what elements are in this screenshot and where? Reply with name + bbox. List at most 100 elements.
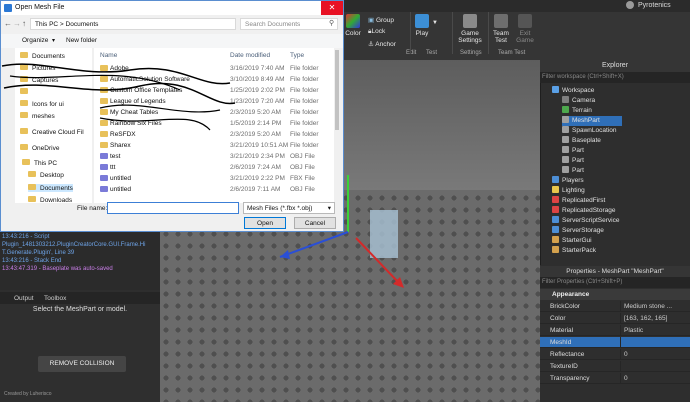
username[interactable]: Pyrotenics	[638, 2, 671, 9]
tab-output[interactable]: Output	[14, 295, 34, 302]
meshpart-block[interactable]	[370, 210, 398, 258]
explorer-item[interactable]: Camera	[562, 96, 595, 106]
search-input[interactable]: Search Documents	[240, 18, 338, 30]
game-settings-button[interactable]: Game Settings	[456, 14, 484, 44]
explorer-item[interactable]: ReplicatedStorage	[552, 206, 615, 216]
new-folder-button[interactable]: New folder	[66, 37, 97, 44]
property-divider	[620, 337, 621, 348]
explorer-item-label: Terrain	[572, 107, 592, 114]
properties-section-header[interactable]: Appearance	[540, 289, 690, 300]
ribbon-separator	[410, 12, 411, 54]
output-line: 13:43:216 - Stack End	[2, 258, 62, 264]
file-row[interactable]: test 3/21/2019 2:34 PM OBJ File	[96, 152, 340, 161]
dialog-title: Open Mesh File	[1, 1, 343, 15]
file-type: File folder	[290, 142, 319, 149]
explorer-item[interactable]: ReplicatedFirst	[552, 196, 605, 206]
file-type-select[interactable]: Mesh Files (*.fbx *.obj) ▾	[243, 202, 335, 214]
properties-filter-input[interactable]: Filter Properties (Ctrl+Shift+P)	[540, 277, 690, 288]
explorer-item[interactable]: Part	[562, 156, 584, 166]
organize-button[interactable]: Organize	[22, 37, 48, 44]
ribbon-separator	[452, 12, 453, 54]
property-row[interactable]: Reflectance 0	[540, 349, 690, 360]
close-icon[interactable]: ✕	[321, 1, 343, 15]
property-value[interactable]: Medium stone ...	[624, 301, 672, 312]
file-date: 3/21/2019 2:34 PM	[230, 153, 285, 160]
property-value[interactable]: 0	[624, 373, 628, 384]
output-line: 13:43:47.319 - Baseplate was auto-saved	[2, 266, 113, 272]
property-row[interactable]: Material Plastic	[540, 325, 690, 336]
file-date: 3/21/2019 2:22 PM	[230, 175, 285, 182]
play-button[interactable]: Play	[414, 14, 430, 37]
file-name-input[interactable]	[107, 202, 239, 214]
column-header-type[interactable]: Type	[290, 52, 304, 59]
explorer-item[interactable]: Workspace	[552, 86, 594, 96]
color-button[interactable]: Color	[344, 14, 362, 37]
team-test-button[interactable]: Team Test	[490, 14, 512, 44]
explorer-item[interactable]: Part	[562, 166, 584, 176]
file-name-label: File name:	[77, 205, 108, 212]
group-button[interactable]: ▣ Group	[368, 16, 394, 24]
explorer-item[interactable]: Terrain	[562, 106, 592, 116]
property-name: Transparency	[550, 375, 590, 382]
up-arrow-icon[interactable]: ↑	[22, 19, 26, 28]
explorer-item[interactable]: Players	[552, 176, 584, 186]
play-icon	[415, 14, 429, 28]
scroll-thumb[interactable]	[335, 50, 339, 130]
plugin-credit: Created by Luherisco	[4, 391, 52, 397]
property-row[interactable]: Color [163, 162, 165]	[540, 313, 690, 324]
exit-game-button[interactable]: Exit Game	[514, 14, 536, 44]
explorer-item[interactable]: MeshPart	[562, 116, 622, 126]
object-icon	[552, 246, 559, 253]
nav-item[interactable]: Desktop	[28, 171, 64, 179]
object-icon	[552, 176, 559, 183]
explorer-item-label: MeshPart	[572, 117, 600, 124]
explorer-item-label: Camera	[572, 97, 596, 104]
property-row[interactable]: TextureID	[540, 361, 690, 372]
back-arrow-icon[interactable]: ←	[4, 19, 12, 28]
forward-arrow-icon[interactable]: →	[13, 19, 21, 28]
file-row[interactable]: ttt 2/6/2019 7:24 AM OBJ File	[96, 163, 340, 172]
file-row[interactable]: untitled 3/21/2019 2:22 PM FBX File	[96, 174, 340, 183]
file-row[interactable]: untitled 2/6/2019 7:11 AM OBJ File	[96, 185, 340, 194]
property-divider	[620, 325, 621, 336]
property-name: Reflectance	[550, 351, 585, 358]
explorer-item[interactable]: Baseplate	[562, 136, 601, 146]
gear-icon	[463, 14, 477, 28]
property-value[interactable]: Plastic	[624, 325, 643, 336]
property-row[interactable]: BrickColor Medium stone ...	[540, 301, 690, 312]
explorer-item[interactable]: ServerScriptService	[552, 216, 619, 226]
scribble-overlay	[1, 63, 236, 131]
property-value[interactable]: [163, 162, 165]	[624, 313, 667, 324]
explorer-item[interactable]: StarterGui	[552, 236, 592, 246]
explorer-filter-input[interactable]: Filter workspace (Ctrl+Shift+X)	[540, 72, 690, 83]
folder-icon	[28, 184, 36, 190]
explorer-item[interactable]: StarterPack	[552, 246, 596, 256]
remove-collision-button[interactable]: REMOVE COLLISION	[38, 356, 126, 372]
file-date: 2/6/2019 7:11 AM	[230, 186, 281, 193]
explorer-item[interactable]: SpawnLocation	[562, 126, 616, 136]
anchor-button[interactable]: ⚓︎ Anchor	[368, 40, 396, 48]
explorer-item-label: Part	[572, 167, 584, 174]
explorer-item[interactable]: Part	[562, 146, 584, 156]
property-divider	[620, 349, 621, 360]
property-row[interactable]: Transparency 0	[540, 373, 690, 384]
play-options-icon[interactable]: ▼	[432, 20, 438, 26]
folder-icon	[28, 171, 36, 177]
address-bar[interactable]: This PC > Documents	[30, 18, 236, 30]
property-value[interactable]: 0	[624, 349, 628, 360]
tab-toolbox[interactable]: Toolbox	[44, 295, 66, 302]
z-axis-handle[interactable]	[279, 231, 349, 258]
lock-button[interactable]: 🔒︎Lock	[368, 28, 385, 36]
nav-item[interactable]: This PC	[22, 159, 57, 167]
file-type: File folder	[290, 98, 319, 105]
edit-group-label: Edit	[406, 50, 417, 56]
nav-item[interactable]: Documents	[28, 184, 73, 192]
open-button[interactable]: Open	[244, 217, 286, 229]
property-divider	[620, 361, 621, 372]
avatar[interactable]	[626, 1, 634, 9]
explorer-item[interactable]: ServerStorage	[552, 226, 604, 236]
cancel-button[interactable]: Cancel	[294, 217, 336, 229]
explorer-item[interactable]: Lighting	[552, 186, 585, 196]
object-icon	[562, 136, 569, 143]
property-row[interactable]: MeshId	[540, 337, 690, 348]
